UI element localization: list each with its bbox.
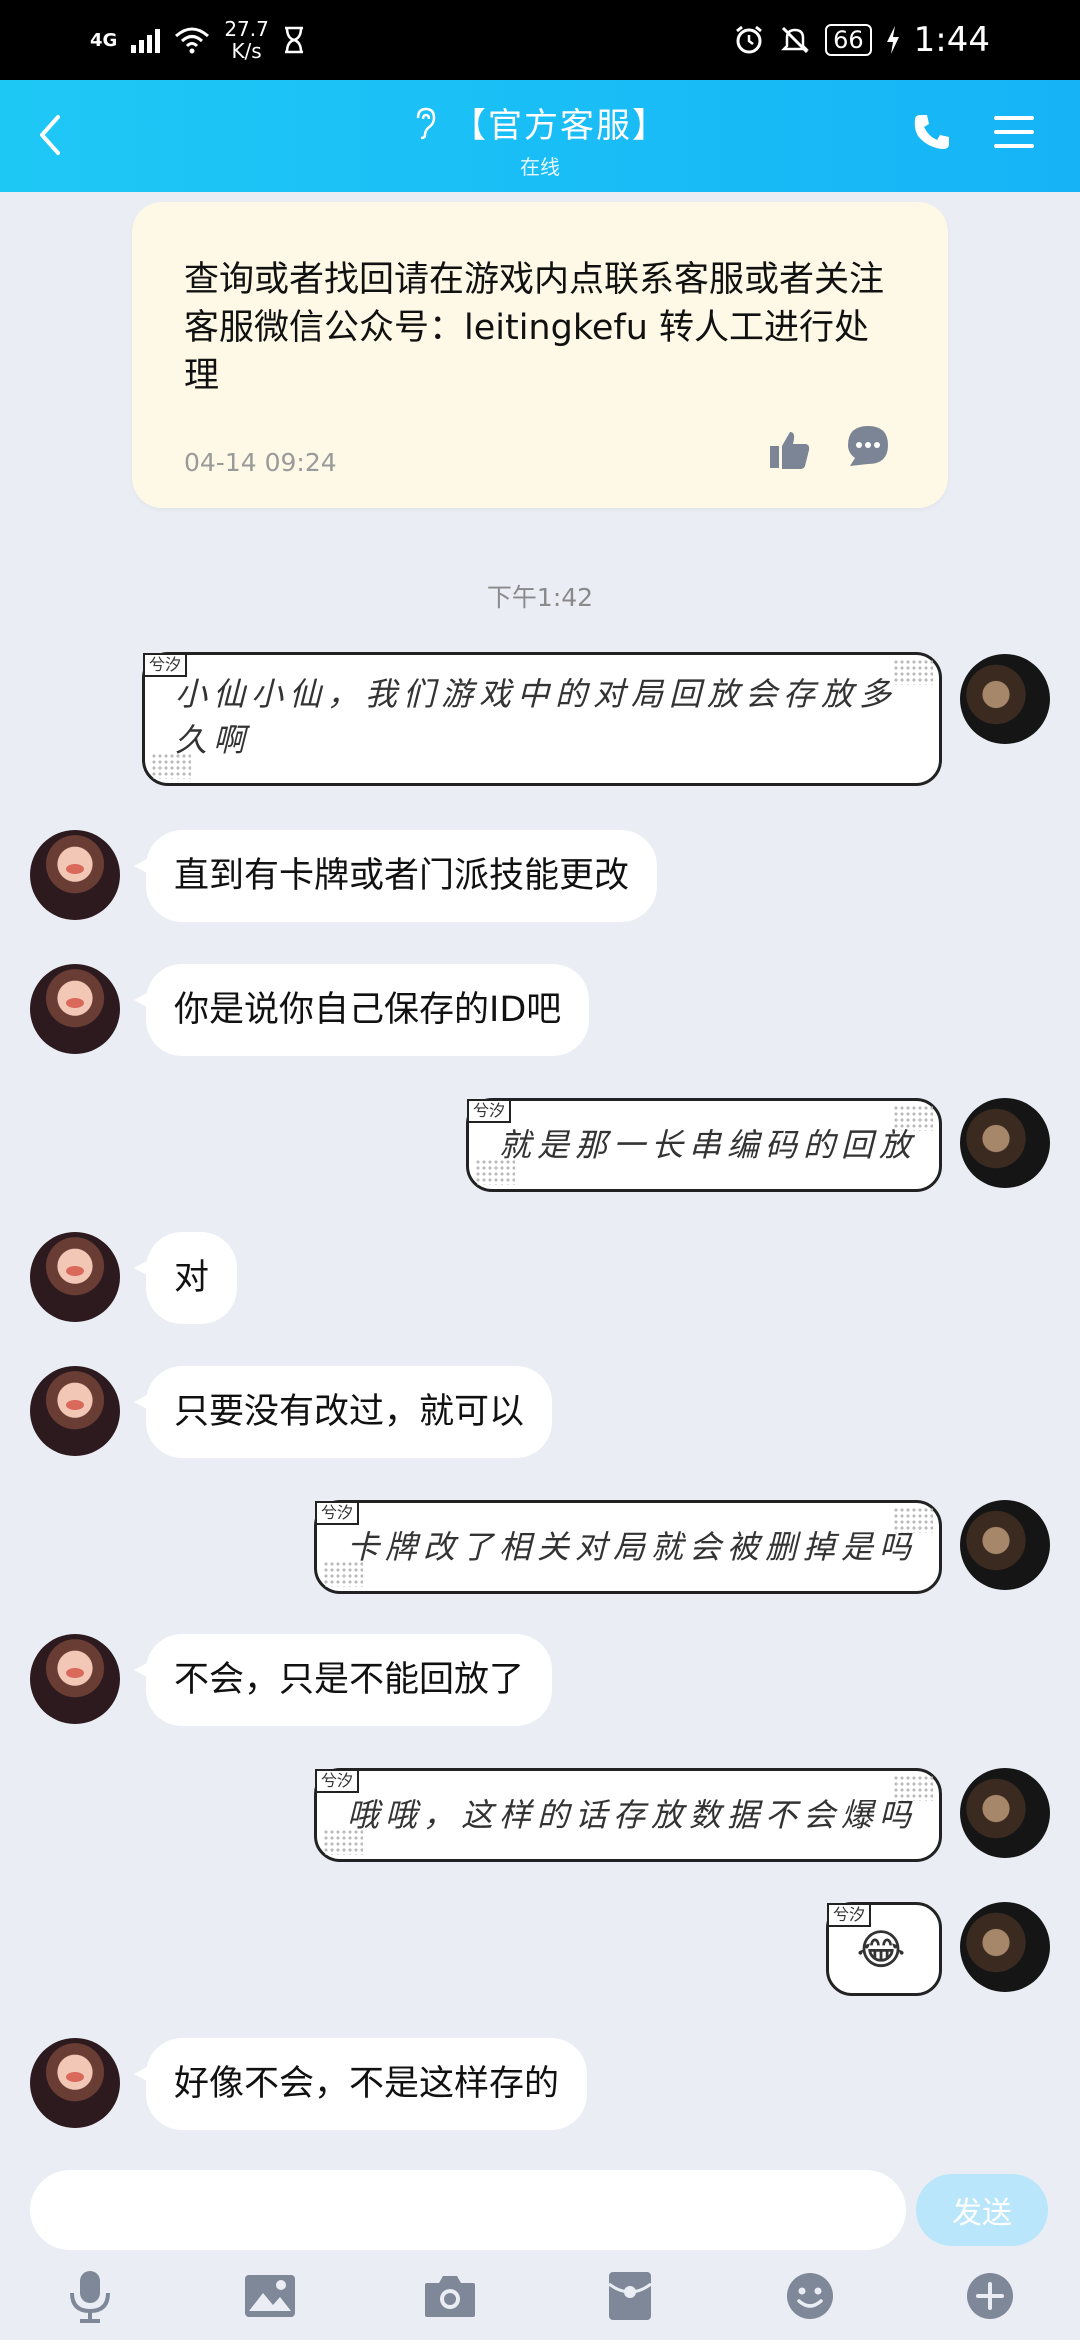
- signal-icon: [131, 27, 161, 53]
- image-button[interactable]: [240, 2268, 300, 2324]
- emoji-message: 😂: [856, 1925, 912, 1974]
- voice-button[interactable]: [60, 2268, 120, 2324]
- page-title: 【官方客服】: [452, 106, 668, 146]
- battery-indicator: 66: [825, 24, 872, 56]
- auto-reply-time: 04-14 09:24: [184, 448, 337, 477]
- send-button[interactable]: 发送: [916, 2174, 1048, 2246]
- red-packet-button[interactable]: [600, 2268, 660, 2324]
- message-bubble-sent[interactable]: 兮汐 小仙小仙，我们游戏中的对局回放会存放多久啊: [142, 652, 942, 786]
- message-text: 对: [174, 1258, 210, 1298]
- bubble-tag: 兮汐: [143, 653, 188, 677]
- like-button[interactable]: [768, 428, 816, 476]
- message-text: 卡牌改了相关对局就会被删掉是吗: [347, 1528, 918, 1566]
- bubble-tag: 兮汐: [315, 1769, 360, 1793]
- bubble-decoration: [893, 659, 933, 685]
- more-button[interactable]: [960, 2268, 1020, 2324]
- red-packet-icon: [608, 2272, 652, 2320]
- agent-avatar[interactable]: [30, 964, 120, 1054]
- message-text: 小仙小仙，我们游戏中的对局回放会存放多久啊: [175, 675, 898, 759]
- microphone-icon: [70, 2271, 110, 2323]
- hourglass-icon: [284, 26, 303, 54]
- bubble-decoration: [893, 1105, 933, 1131]
- message-bubble-sent[interactable]: 兮汐 哦哦，这样的话存放数据不会爆吗: [314, 1768, 942, 1862]
- message-text: 好像不会，不是这样存的: [174, 2064, 560, 2104]
- agent-avatar[interactable]: [30, 1366, 120, 1456]
- my-avatar[interactable]: [960, 1098, 1050, 1188]
- camera-icon: [425, 2276, 475, 2317]
- message-bubble-received[interactable]: 好像不会，不是这样存的: [133, 2038, 588, 2130]
- message-bubble-sent[interactable]: 兮汐 就是那一长串编码的回放: [466, 1098, 942, 1192]
- status-bar: 4G 27.7 K/s 66 1:44: [0, 0, 1080, 80]
- message-text: 哦哦，这样的话存放数据不会爆吗: [347, 1796, 918, 1834]
- speed-unit: K/s: [231, 39, 262, 63]
- message-text: 只要没有改过，就可以: [174, 1392, 525, 1432]
- message-input[interactable]: [30, 2170, 906, 2250]
- message-bubble-sent[interactable]: 兮汐 😂: [826, 1902, 942, 1996]
- bubble-decoration: [893, 1507, 933, 1533]
- emoji-button[interactable]: [780, 2268, 840, 2324]
- time-separator: 下午1:42: [486, 583, 594, 612]
- agent-avatar[interactable]: [30, 830, 120, 920]
- message-bubble-received[interactable]: 你是说你自己保存的ID吧: [133, 964, 590, 1056]
- charging-icon: [886, 26, 899, 54]
- message-bubble-sent[interactable]: 兮汐 卡牌改了相关对局就会被删掉是吗: [314, 1500, 942, 1594]
- input-bar: 发送: [0, 2162, 1080, 2340]
- message-text: 直到有卡牌或者门派技能更改: [174, 856, 630, 896]
- alarm-icon: [736, 25, 763, 54]
- bubble-tag: 兮汐: [315, 1501, 360, 1525]
- agent-avatar[interactable]: [30, 1634, 120, 1724]
- message-bubble-received[interactable]: 对: [133, 1232, 238, 1324]
- chat-area[interactable]: 查询或者找回请在游戏内点联系客服或者关注客服微信公众号：leitingkefu …: [0, 192, 1080, 2162]
- image-icon: [245, 2275, 295, 2317]
- network-speed: 27.7 K/s: [224, 18, 269, 62]
- clock: 1:44: [913, 20, 990, 60]
- message-text: 就是那一长串编码的回放: [499, 1126, 918, 1164]
- message-text: 你是说你自己保存的ID吧: [174, 990, 562, 1030]
- message-bubble-received[interactable]: 直到有卡牌或者门派技能更改: [133, 830, 658, 922]
- my-avatar[interactable]: [960, 1902, 1050, 1992]
- chat-header: 【官方客服】 在线: [0, 80, 1080, 192]
- message-bubble-received[interactable]: 只要没有改过，就可以: [133, 1366, 553, 1458]
- bubble-tag: 兮汐: [467, 1099, 512, 1123]
- thumbs-up-icon: [770, 432, 810, 469]
- auto-reply-text: 查询或者找回请在游戏内点联系客服或者关注客服微信公众号：leitingkefu …: [184, 260, 885, 396]
- agent-avatar[interactable]: [30, 2038, 120, 2128]
- my-avatar[interactable]: [960, 654, 1050, 744]
- plus-icon: [967, 2273, 1013, 2319]
- my-avatar[interactable]: [960, 1768, 1050, 1858]
- mute-icon: [781, 26, 810, 54]
- menu-button[interactable]: [994, 114, 1042, 158]
- bubble-decoration: [475, 1159, 515, 1185]
- hamburger-menu-icon: [994, 116, 1034, 148]
- network-type: 4G: [90, 29, 118, 51]
- ear-icon: [416, 107, 436, 139]
- emoji-icon: [787, 2273, 833, 2319]
- call-button[interactable]: [912, 112, 962, 162]
- camera-button[interactable]: [420, 2268, 480, 2324]
- auto-reply-card: 查询或者找回请在游戏内点联系客服或者关注客服微信公众号：leitingkefu …: [132, 202, 948, 508]
- comment-bubble-icon: [848, 426, 888, 466]
- phone-icon: [914, 115, 949, 149]
- comment-button[interactable]: [846, 424, 892, 470]
- bubble-decoration: [323, 1561, 363, 1587]
- my-avatar[interactable]: [960, 1500, 1050, 1590]
- wifi-icon: [175, 27, 210, 54]
- speed-value: 27.7: [224, 17, 269, 41]
- bubble-decoration: [323, 1829, 363, 1855]
- agent-avatar[interactable]: [30, 1232, 120, 1322]
- bubble-decoration: [151, 753, 191, 779]
- bubble-tag: 兮汐: [827, 1903, 872, 1927]
- message-text: 不会，只是不能回放了: [174, 1660, 525, 1700]
- bubble-decoration: [893, 1775, 933, 1801]
- message-bubble-received[interactable]: 不会，只是不能回放了: [133, 1634, 553, 1726]
